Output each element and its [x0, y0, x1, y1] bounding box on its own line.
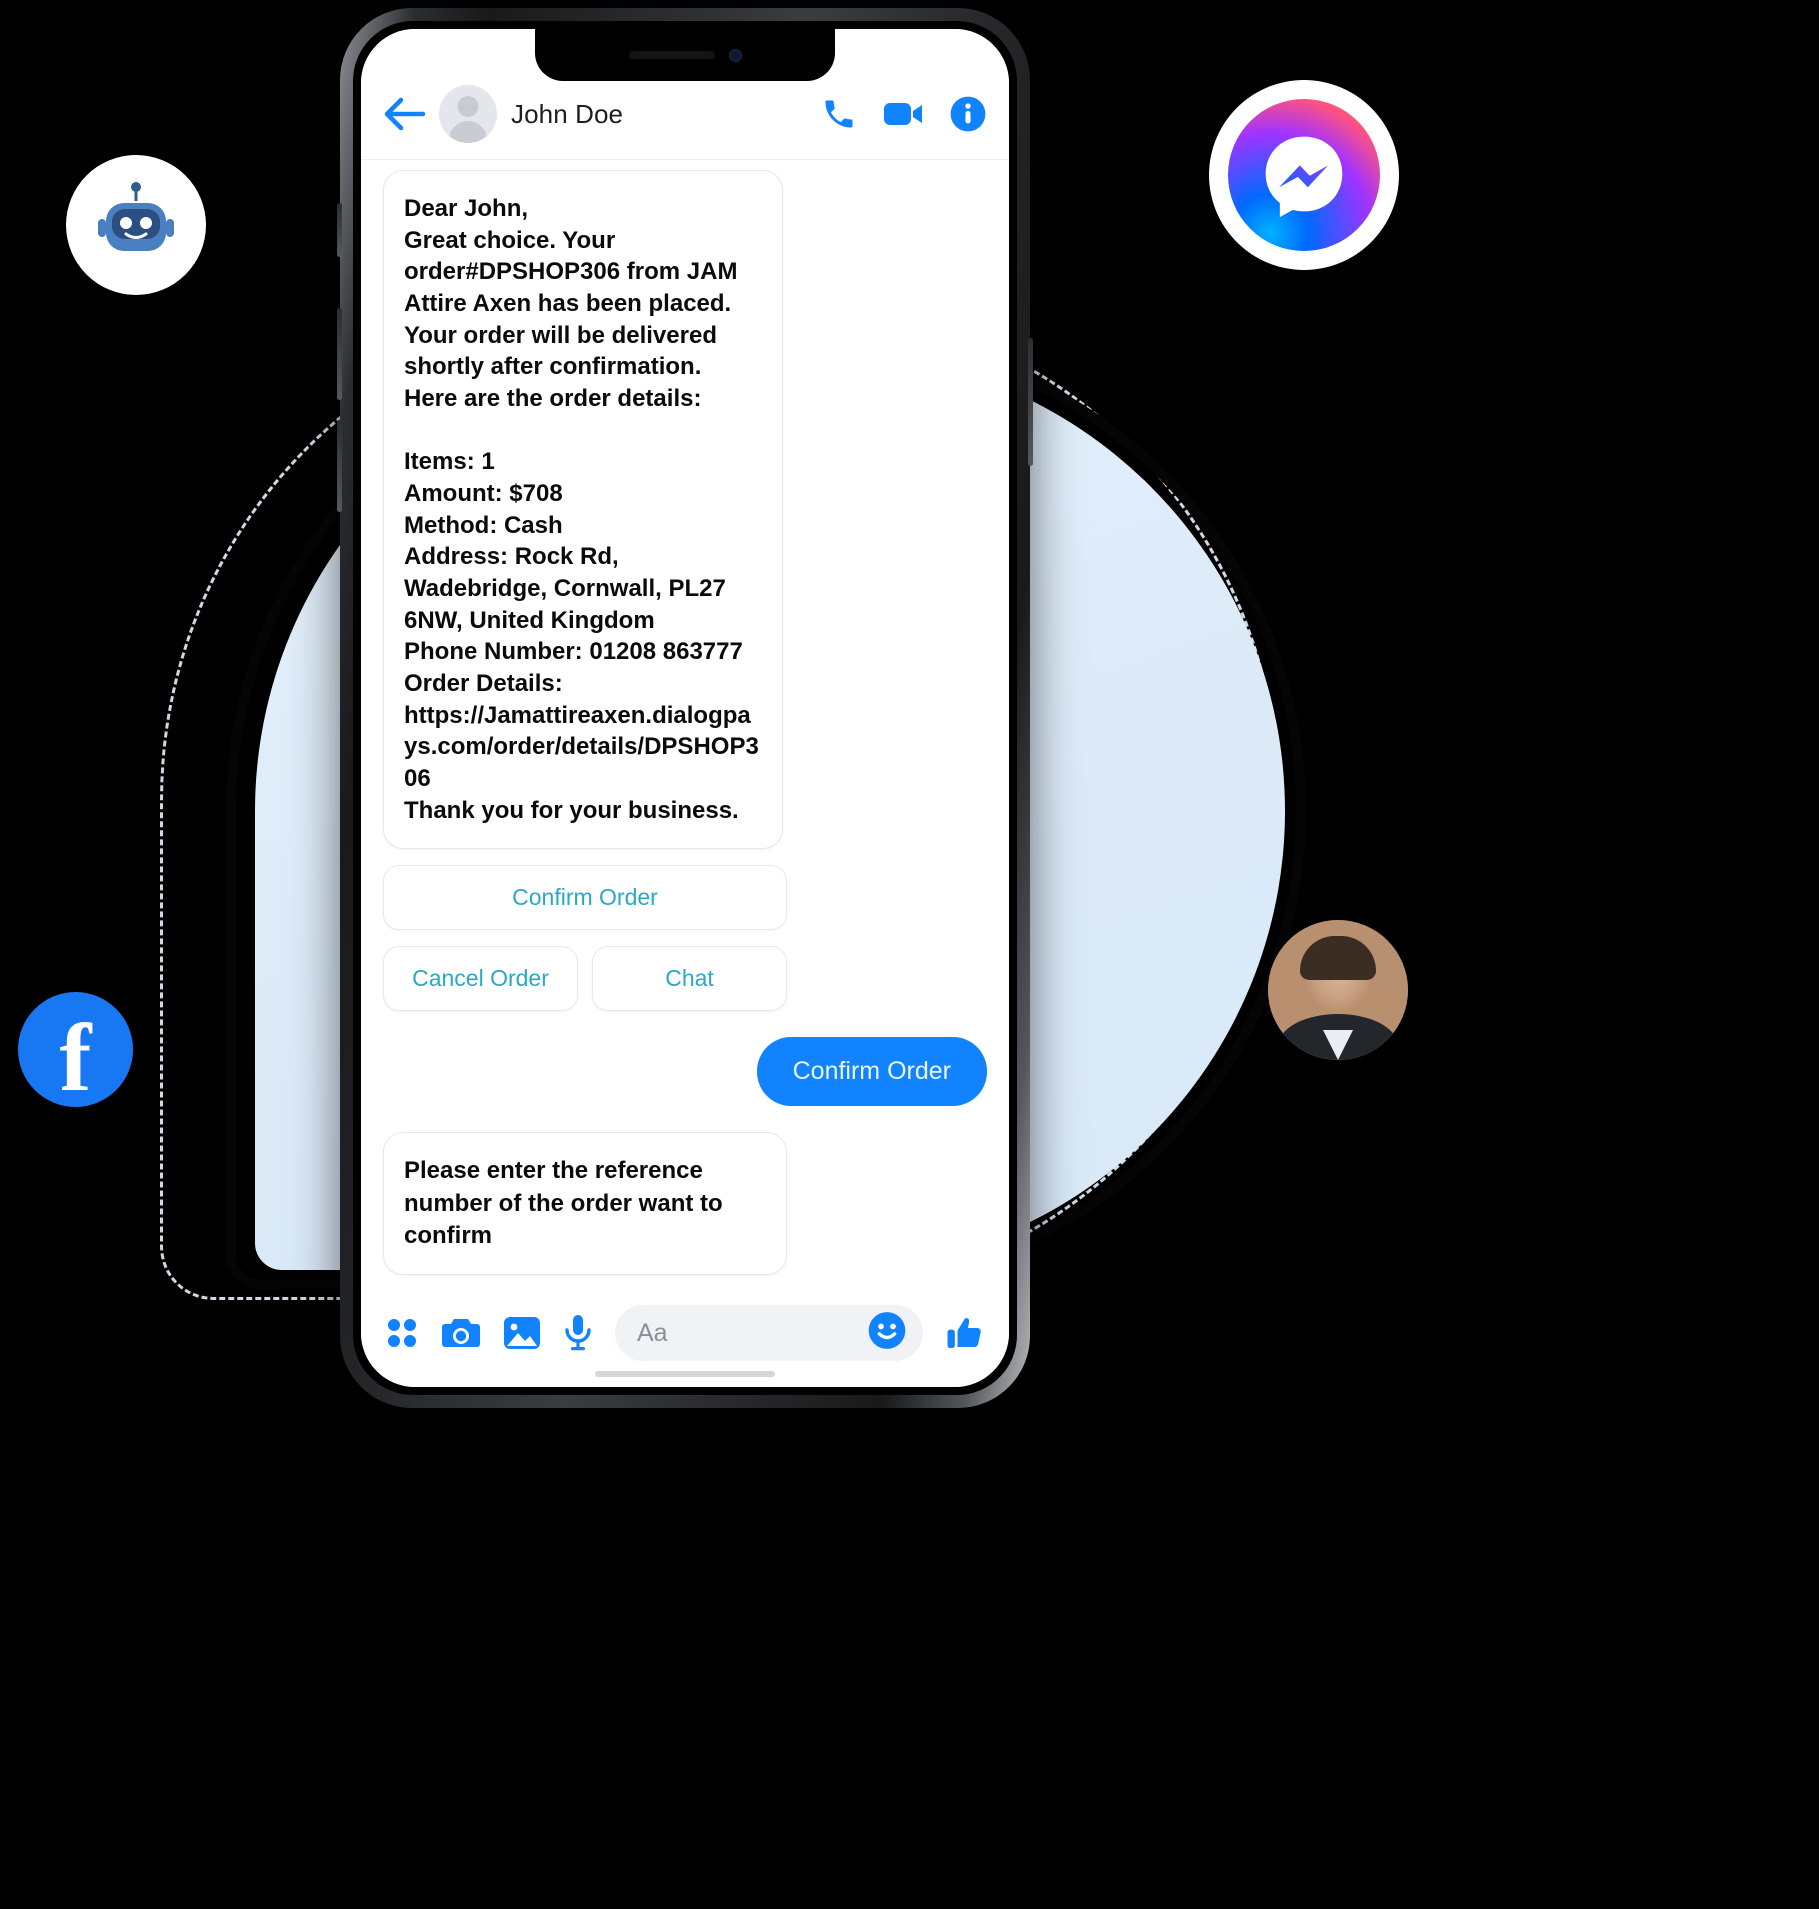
phone-bezel: John Doe Dear John, Great choice. Your o…: [353, 21, 1017, 1395]
quick-reply-cancel-order[interactable]: Cancel Order: [383, 946, 578, 1012]
volume-up-button[interactable]: [337, 308, 342, 400]
power-button[interactable]: [1028, 338, 1033, 466]
video-camera-icon[interactable]: [883, 99, 923, 129]
quick-reply-row-secondary: Cancel Order Chat: [383, 946, 987, 1012]
smiley-emoji-icon[interactable]: [867, 1311, 907, 1356]
contact-avatar[interactable]: [439, 85, 497, 143]
reply-prompt-message: Please enter the reference number of the…: [383, 1132, 787, 1275]
quick-reply-row-primary: Confirm Order: [383, 865, 987, 931]
microphone-glyph: [565, 1315, 591, 1351]
contact-name: John Doe: [511, 98, 624, 129]
info-icon[interactable]: [949, 95, 987, 133]
message-input-placeholder: Aa: [637, 1318, 668, 1347]
messenger-logo-badge: [1209, 80, 1399, 270]
header-actions: [821, 95, 987, 133]
gallery-glyph: [504, 1317, 540, 1349]
messenger-gradient-circle: [1228, 99, 1380, 251]
facebook-f-glyph: f: [59, 1004, 92, 1107]
front-camera: [728, 48, 742, 62]
thumbs-up-glyph: [947, 1318, 981, 1348]
sent-message-bubble[interactable]: Confirm Order: [756, 1037, 987, 1107]
device-notch: [535, 29, 835, 81]
phone-device: John Doe Dear John, Great choice. Your o…: [337, 8, 1033, 1408]
facebook-logo-badge: f: [18, 992, 133, 1107]
back-arrow-icon[interactable]: [383, 97, 425, 131]
order-details-message: Dear John, Great choice. Your order#DPSH…: [383, 170, 783, 850]
chatbot-avatar-badge: [66, 155, 206, 295]
apps-grid-glyph: [388, 1319, 416, 1347]
microphone-icon[interactable]: [563, 1314, 593, 1352]
info-glyph: [950, 96, 986, 132]
apps-grid-icon[interactable]: [385, 1316, 419, 1350]
quick-reply-confirm-order[interactable]: Confirm Order: [383, 865, 787, 931]
home-indicator: [595, 1371, 775, 1377]
message-input[interactable]: Aa: [615, 1305, 923, 1361]
phone-icon[interactable]: [821, 96, 857, 132]
page-root: f John Doe Dear John, Great choice. Your…: [0, 0, 1819, 1909]
quick-reply-chat[interactable]: Chat: [592, 946, 787, 1012]
mute-switch[interactable]: [337, 203, 342, 257]
earpiece-speaker: [628, 51, 715, 59]
phone-screen: John Doe Dear John, Great choice. Your o…: [361, 29, 1009, 1387]
back-arrow-glyph: [384, 97, 425, 131]
image-gallery-icon[interactable]: [503, 1316, 541, 1350]
smiley-glyph: [868, 1312, 906, 1349]
robot-icon: [98, 182, 174, 251]
volume-down-button[interactable]: [337, 420, 342, 512]
phone-glyph: [825, 100, 853, 128]
thumbs-up-icon[interactable]: [945, 1313, 985, 1353]
message-list: Dear John, Great choice. Your order#DPSH…: [361, 160, 1009, 1289]
messenger-bolt-icon: [1265, 136, 1343, 218]
user-photo-badge: [1268, 920, 1408, 1060]
camera-icon[interactable]: [441, 1315, 481, 1351]
camera-glyph: [442, 1319, 480, 1347]
video-glyph: [884, 103, 922, 125]
